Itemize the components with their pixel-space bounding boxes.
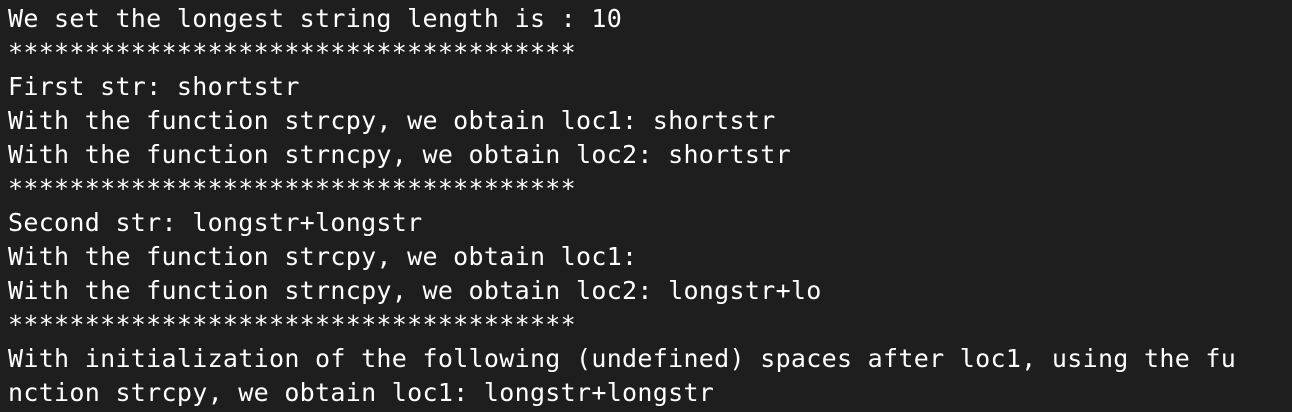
terminal-output[interactable]: We set the longest string length is : 10…	[0, 0, 1292, 412]
output-line: Second str: longstr+longstr	[8, 208, 423, 237]
output-line: With the function strncpy, we obtain loc…	[8, 276, 822, 305]
separator-line: *************************************	[8, 310, 576, 339]
separator-line: *************************************	[8, 38, 576, 67]
output-line: First str: shortstr	[8, 72, 300, 101]
separator-line: *************************************	[8, 174, 576, 203]
output-line: With initialization of the following (un…	[8, 344, 1237, 373]
output-line: With the function strncpy, we obtain loc…	[8, 140, 791, 169]
output-line: nction strcpy, we obtain loc1: longstr+l…	[8, 378, 715, 407]
output-line: We set the longest string length is : 10	[8, 4, 623, 33]
output-line: With the function strcpy, we obtain loc1…	[8, 242, 638, 271]
output-line: With the function strcpy, we obtain loc1…	[8, 106, 776, 135]
